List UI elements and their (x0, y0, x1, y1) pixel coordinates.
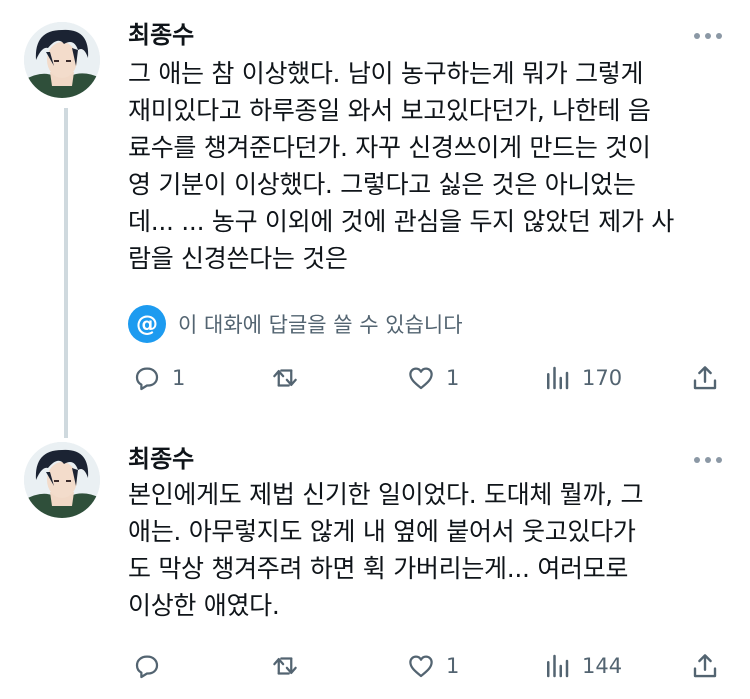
retweet-icon (273, 369, 297, 387)
view-count: 170 (582, 366, 623, 390)
share-button[interactable] (690, 358, 720, 398)
tweet-actions: 1 144 (128, 646, 728, 686)
more-icon[interactable] (694, 456, 722, 464)
avatar[interactable] (24, 22, 100, 98)
views-icon (547, 366, 569, 390)
tweet-1[interactable]: 최종수 그 애는 참 이상했다. 남이 농구하는게 뭐가 그렇게 재미있다고 하… (0, 0, 750, 438)
avatar-image (24, 442, 100, 518)
like-count: 1 (446, 366, 460, 390)
retweet-button[interactable] (270, 358, 310, 398)
like-button[interactable]: 1 (406, 358, 459, 398)
reply-count: 1 (172, 366, 186, 390)
retweet-icon (273, 657, 297, 675)
more-icon[interactable] (694, 32, 722, 40)
like-button[interactable]: 1 (406, 646, 459, 686)
tweet-text: 그 애는 참 이상했다. 남이 농구하는게 뭐가 그렇게 재미있다고 하루종일 … (128, 59, 675, 273)
reply-icon (135, 655, 159, 679)
heart-icon (409, 655, 433, 678)
like-count: 1 (446, 654, 460, 678)
views-button[interactable]: 144 (542, 646, 622, 686)
mention-icon: @ (128, 305, 166, 343)
avatar-image (24, 22, 100, 98)
avatar[interactable] (24, 442, 100, 518)
tweet-actions: 1 1 170 (128, 358, 728, 398)
views-button[interactable]: 170 (542, 358, 622, 398)
thread-connector (64, 108, 68, 438)
reply-button[interactable] (132, 646, 172, 686)
author-name[interactable]: 최종수 (128, 20, 194, 50)
view-count: 144 (582, 654, 623, 678)
reply-icon (135, 367, 159, 391)
share-icon (693, 366, 717, 390)
tweet-text: 본인에게도 제법 신기한 일이었다. 도대체 뭘까, 그 애는. 아무렇지도 않… (128, 480, 644, 620)
views-icon (547, 654, 569, 678)
share-icon (693, 654, 717, 678)
tweet-2[interactable]: 최종수 본인에게도 제법 신기한 일이었다. 도대체 뭘까, 그 애는. 아무렇… (0, 420, 750, 699)
retweet-button[interactable] (270, 646, 310, 686)
reply-restriction-notice: @ 이 대화에 답글을 쓸 수 있습니다 (128, 304, 463, 344)
share-button[interactable] (690, 646, 720, 686)
reply-restriction-label: 이 대화에 답글을 쓸 수 있습니다 (178, 313, 463, 337)
author-name[interactable]: 최종수 (128, 444, 194, 474)
reply-button[interactable]: 1 (132, 358, 185, 398)
heart-icon (409, 367, 433, 390)
